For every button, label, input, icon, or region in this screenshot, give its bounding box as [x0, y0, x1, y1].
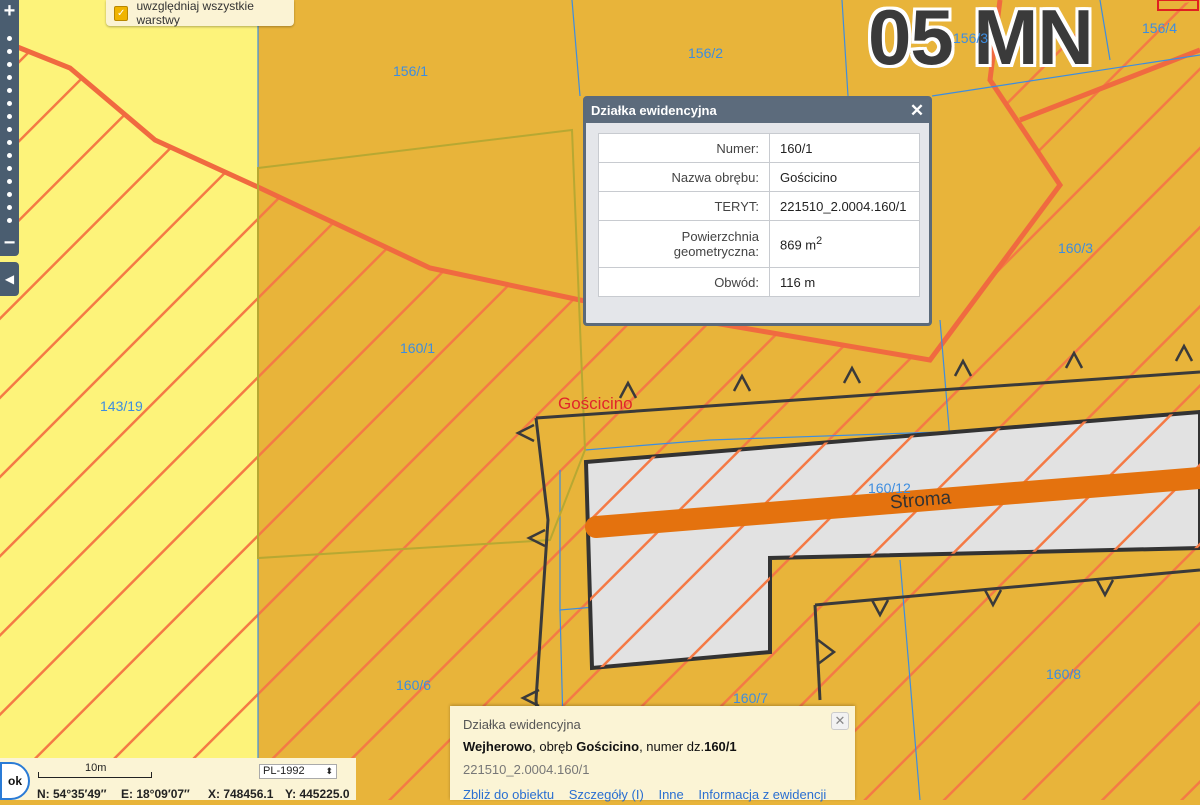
latitude-readout: N: 54°35′49″: [37, 787, 107, 801]
table-row: Powierzchnia geometryczna: 869 m2: [598, 220, 920, 268]
zoom-level-dot[interactable]: [7, 62, 12, 67]
row-value: 116 m: [769, 267, 920, 297]
bottom-info-title: Działka ewidencyjna: [463, 717, 581, 732]
parcel-number: 160/1: [704, 739, 737, 754]
status-bar: 10m PL-1992 ⬍ N: 54°35′49″ E: 18°09′07″ X…: [0, 758, 356, 801]
longitude-readout: E: 18°09′07″: [121, 787, 190, 801]
area-unit-exponent: 2: [816, 235, 823, 248]
parcel-label: 156/3: [953, 30, 989, 46]
zoom-slider[interactable]: [0, 22, 19, 223]
table-row: Numer: 160/1: [598, 133, 920, 163]
table-row: Nazwa obrębu: Gościcino: [598, 162, 920, 192]
popup-title: Działka ewidencyjna: [591, 103, 717, 118]
place-label: Gościcino: [558, 394, 633, 413]
zoom-level-dot[interactable]: [7, 179, 12, 184]
row-key: Obwód:: [598, 267, 770, 297]
row-key: Nazwa obrębu:: [598, 162, 770, 192]
row-key: Powierzchnia geometryczna:: [598, 220, 770, 268]
zoom-in-button[interactable]: +: [0, 0, 19, 22]
parcel-info-popup: Działka ewidencyjna ✕ Numer: 160/1 Nazwa…: [583, 96, 932, 326]
layer-toggle-label: uwzględniaj wszystkie warstwy: [136, 0, 254, 27]
parcel-label: 160/3: [1058, 240, 1094, 256]
x-coordinate-readout: X: 748456.1: [208, 787, 274, 801]
row-value: 160/1: [769, 133, 920, 163]
zoom-level-dot[interactable]: [7, 75, 12, 80]
parcel-label: 156/4: [1142, 20, 1178, 36]
bottom-info-panel: Działka ewidencyjna ✕ Wejherowo, obręb G…: [450, 706, 855, 802]
parcel-label: 160/1: [400, 340, 436, 356]
summary-separator: , numer dz.: [639, 739, 705, 754]
close-icon[interactable]: ✕: [909, 99, 925, 123]
parcel-label: 160/6: [396, 677, 432, 693]
district-name: Gościcino: [576, 739, 640, 754]
popup-title-bar[interactable]: Działka ewidencyjna ✕: [586, 99, 929, 123]
zoom-level-dot[interactable]: [7, 140, 12, 145]
row-key: Numer:: [598, 133, 770, 163]
row-key: TERYT:: [598, 191, 770, 221]
parcel-label: 156/1: [393, 63, 429, 79]
zoom-level-dot[interactable]: [7, 88, 12, 93]
parcel-label: 160/7: [733, 690, 769, 706]
zoom-bar[interactable]: + −: [0, 0, 19, 256]
scale-bar: [38, 772, 152, 778]
zoom-level-dot[interactable]: [7, 205, 12, 210]
zoom-level-dot[interactable]: [7, 36, 12, 41]
zoom-level-dot[interactable]: [7, 101, 12, 106]
town-name: Wejherowo: [463, 739, 533, 754]
parcel-summary: Wejherowo, obręb Gościcino, numer dz.160…: [463, 739, 737, 754]
summary-separator: , obręb: [532, 739, 577, 754]
crs-select[interactable]: PL-1992 ⬍: [259, 764, 337, 779]
zoom-level-dot[interactable]: [7, 49, 12, 54]
y-coordinate-readout: Y: 445225.0: [285, 787, 350, 801]
layer-toggle[interactable]: ✓ uwzględniaj wszystkie warstwy: [106, 0, 294, 27]
parcel-label: 143/19: [100, 398, 143, 414]
chevron-down-icon: ⬍: [325, 766, 333, 776]
parcel-label: 160/8: [1046, 666, 1082, 682]
parcel-label: 156/2: [688, 45, 724, 61]
table-row: TERYT: 221510_2.0004.160/1: [598, 191, 920, 221]
chevron-left-icon[interactable]: ◀: [0, 262, 19, 296]
table-row: Obwód: 116 m: [598, 267, 920, 297]
row-value: 221510_2.0004.160/1: [769, 191, 920, 221]
close-icon[interactable]: ✕: [831, 712, 849, 730]
zoom-level-dot[interactable]: [7, 114, 12, 119]
zoom-out-button[interactable]: −: [0, 233, 19, 253]
parcel-info-table: Numer: 160/1 Nazwa obrębu: Gościcino TER…: [598, 133, 920, 297]
zoom-level-dot[interactable]: [7, 218, 12, 223]
row-value: 869 m2: [769, 220, 920, 268]
row-value: Gościcino: [769, 162, 920, 192]
zoom-level-dot[interactable]: [7, 127, 12, 132]
zoom-level-dot[interactable]: [7, 153, 12, 158]
teryt-code: 221510_2.0004.160/1: [463, 762, 590, 777]
zoom-level-dot[interactable]: [7, 192, 12, 197]
area-value: 869 m: [780, 237, 817, 253]
crs-value: PL-1992: [263, 765, 305, 777]
zoom-level-dot[interactable]: [7, 166, 12, 171]
checkbox-icon[interactable]: ✓: [114, 5, 129, 21]
